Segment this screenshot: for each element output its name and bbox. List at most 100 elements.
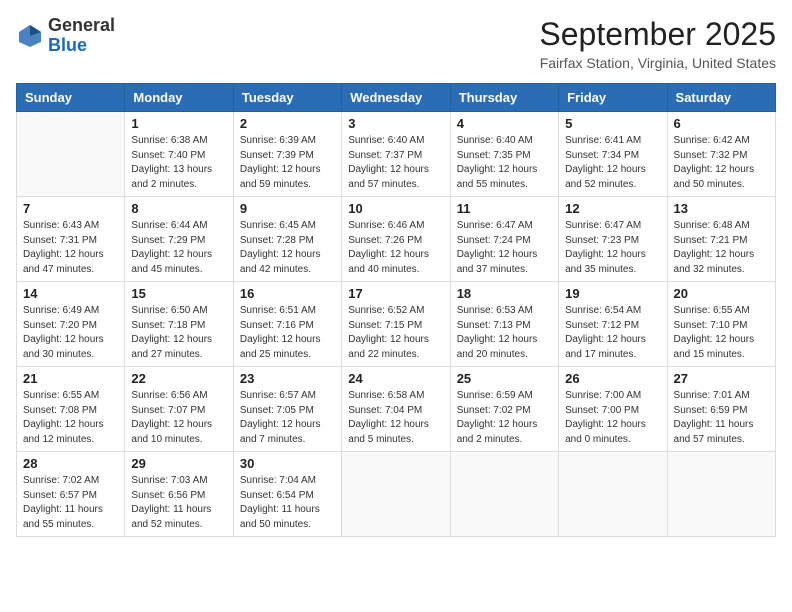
weekday-header: Friday [559,84,667,112]
day-number: 27 [674,371,769,386]
day-number: 30 [240,456,335,471]
weekday-header: Thursday [450,84,558,112]
day-info: Sunrise: 6:39 AM Sunset: 7:39 PM Dayligh… [240,134,335,192]
day-info: Sunrise: 6:55 AM Sunset: 7:08 PM Dayligh… [23,389,118,447]
day-number: 20 [674,286,769,301]
calendar-week-row: 1 Sunrise: 6:38 AM Sunset: 7:40 PM Daylig… [17,112,776,197]
calendar-cell: 24 Sunrise: 6:58 AM Sunset: 7:04 PM Dayli… [342,367,450,452]
day-number: 15 [131,286,226,301]
calendar-cell [17,112,125,197]
day-info: Sunrise: 6:58 AM Sunset: 7:04 PM Dayligh… [348,389,443,447]
calendar-cell: 26 Sunrise: 7:00 AM Sunset: 7:00 PM Dayli… [559,367,667,452]
day-number: 25 [457,371,552,386]
day-info: Sunrise: 6:40 AM Sunset: 7:35 PM Dayligh… [457,134,552,192]
location-title: Fairfax Station, Virginia, United States [539,55,776,71]
calendar-cell: 8 Sunrise: 6:44 AM Sunset: 7:29 PM Daylig… [125,197,233,282]
calendar-cell: 21 Sunrise: 6:55 AM Sunset: 7:08 PM Dayli… [17,367,125,452]
calendar-cell: 13 Sunrise: 6:48 AM Sunset: 7:21 PM Dayli… [667,197,775,282]
calendar-header-row: SundayMondayTuesdayWednesdayThursdayFrid… [17,84,776,112]
day-info: Sunrise: 6:40 AM Sunset: 7:37 PM Dayligh… [348,134,443,192]
calendar-cell: 18Sunrise: 6:53 AM Sunset: 7:13 PM Dayli… [450,282,558,367]
day-info: Sunrise: 6:55 AM Sunset: 7:10 PM Dayligh… [674,304,769,362]
calendar-cell: 17 Sunrise: 6:52 AM Sunset: 7:15 PM Dayli… [342,282,450,367]
calendar-cell: 29 Sunrise: 7:03 AM Sunset: 6:56 PM Dayli… [125,452,233,537]
day-number: 8 [131,201,226,216]
day-number: 19 [565,286,660,301]
day-number: 23 [240,371,335,386]
day-info: Sunrise: 6:48 AM Sunset: 7:21 PM Dayligh… [674,219,769,277]
day-number: 21 [23,371,118,386]
day-info: Sunrise: 6:56 AM Sunset: 7:07 PM Dayligh… [131,389,226,447]
calendar-week-row: 7Sunrise: 6:43 AM Sunset: 7:31 PM Daylig… [17,197,776,282]
day-number: 12 [565,201,660,216]
day-number: 6 [674,116,769,131]
day-info: Sunrise: 6:49 AM Sunset: 7:20 PM Dayligh… [23,304,118,362]
day-info: Sunrise: 7:00 AM Sunset: 7:00 PM Dayligh… [565,389,660,447]
calendar-cell [559,452,667,537]
day-info: Sunrise: 6:44 AM Sunset: 7:29 PM Dayligh… [131,219,226,277]
logo-text: General Blue [48,16,115,56]
weekday-header: Tuesday [233,84,341,112]
day-number: 18 [457,286,552,301]
day-number: 24 [348,371,443,386]
calendar-cell [450,452,558,537]
day-info: Sunrise: 6:47 AM Sunset: 7:24 PM Dayligh… [457,219,552,277]
calendar-cell: 2Sunrise: 6:39 AM Sunset: 7:39 PM Daylig… [233,112,341,197]
calendar-cell [667,452,775,537]
header: General Blue September 2025 Fairfax Stat… [16,16,776,71]
logo: General Blue [16,16,115,56]
weekday-header: Saturday [667,84,775,112]
calendar-cell: 1 Sunrise: 6:38 AM Sunset: 7:40 PM Daylig… [125,112,233,197]
weekday-header: Wednesday [342,84,450,112]
day-number: 26 [565,371,660,386]
calendar-week-row: 14 Sunrise: 6:49 AM Sunset: 7:20 PM Dayli… [17,282,776,367]
calendar-cell: 27 Sunrise: 7:01 AM Sunset: 6:59 PM Dayli… [667,367,775,452]
calendar-cell: 22 Sunrise: 6:56 AM Sunset: 7:07 PM Dayli… [125,367,233,452]
calendar-cell: 12Sunrise: 6:47 AM Sunset: 7:23 PM Dayli… [559,197,667,282]
calendar-cell: 28 Sunrise: 7:02 AM Sunset: 6:57 PM Dayli… [17,452,125,537]
day-number: 5 [565,116,660,131]
day-info: Sunrise: 6:38 AM Sunset: 7:40 PM Dayligh… [131,134,226,192]
day-info: Sunrise: 6:59 AM Sunset: 7:02 PM Dayligh… [457,389,552,447]
logo-general: General [48,15,115,35]
calendar-cell: 16Sunrise: 6:51 AM Sunset: 7:16 PM Dayli… [233,282,341,367]
day-number: 1 [131,116,226,131]
day-number: 29 [131,456,226,471]
calendar-cell: 30 Sunrise: 7:04 AM Sunset: 6:54 PM Dayli… [233,452,341,537]
calendar-cell: 7Sunrise: 6:43 AM Sunset: 7:31 PM Daylig… [17,197,125,282]
day-info: Sunrise: 6:52 AM Sunset: 7:15 PM Dayligh… [348,304,443,362]
calendar-cell: 25 Sunrise: 6:59 AM Sunset: 7:02 PM Dayli… [450,367,558,452]
logo-blue: Blue [48,35,87,55]
day-number: 9 [240,201,335,216]
calendar-cell: 3 Sunrise: 6:40 AM Sunset: 7:37 PM Daylig… [342,112,450,197]
day-info: Sunrise: 6:57 AM Sunset: 7:05 PM Dayligh… [240,389,335,447]
calendar-cell [342,452,450,537]
day-number: 4 [457,116,552,131]
day-number: 13 [674,201,769,216]
day-info: Sunrise: 7:04 AM Sunset: 6:54 PM Dayligh… [240,474,335,532]
calendar-cell: 20 Sunrise: 6:55 AM Sunset: 7:10 PM Dayli… [667,282,775,367]
calendar-cell: 15Sunrise: 6:50 AM Sunset: 7:18 PM Dayli… [125,282,233,367]
day-info: Sunrise: 7:03 AM Sunset: 6:56 PM Dayligh… [131,474,226,532]
day-number: 3 [348,116,443,131]
day-info: Sunrise: 7:01 AM Sunset: 6:59 PM Dayligh… [674,389,769,447]
day-number: 28 [23,456,118,471]
day-number: 10 [348,201,443,216]
day-info: Sunrise: 7:02 AM Sunset: 6:57 PM Dayligh… [23,474,118,532]
day-number: 16 [240,286,335,301]
title-area: September 2025 Fairfax Station, Virginia… [539,16,776,71]
calendar-cell: 6Sunrise: 6:42 AM Sunset: 7:32 PM Daylig… [667,112,775,197]
calendar-cell: 10Sunrise: 6:46 AM Sunset: 7:26 PM Dayli… [342,197,450,282]
calendar-cell: 5Sunrise: 6:41 AM Sunset: 7:34 PM Daylig… [559,112,667,197]
day-number: 17 [348,286,443,301]
day-number: 14 [23,286,118,301]
calendar-cell: 23 Sunrise: 6:57 AM Sunset: 7:05 PM Dayli… [233,367,341,452]
calendar-week-row: 28 Sunrise: 7:02 AM Sunset: 6:57 PM Dayli… [17,452,776,537]
weekday-header: Sunday [17,84,125,112]
calendar-cell: 4 Sunrise: 6:40 AM Sunset: 7:35 PM Daylig… [450,112,558,197]
day-number: 22 [131,371,226,386]
calendar-cell: 11Sunrise: 6:47 AM Sunset: 7:24 PM Dayli… [450,197,558,282]
day-info: Sunrise: 6:54 AM Sunset: 7:12 PM Dayligh… [565,304,660,362]
weekday-header: Monday [125,84,233,112]
calendar-week-row: 21 Sunrise: 6:55 AM Sunset: 7:08 PM Dayli… [17,367,776,452]
